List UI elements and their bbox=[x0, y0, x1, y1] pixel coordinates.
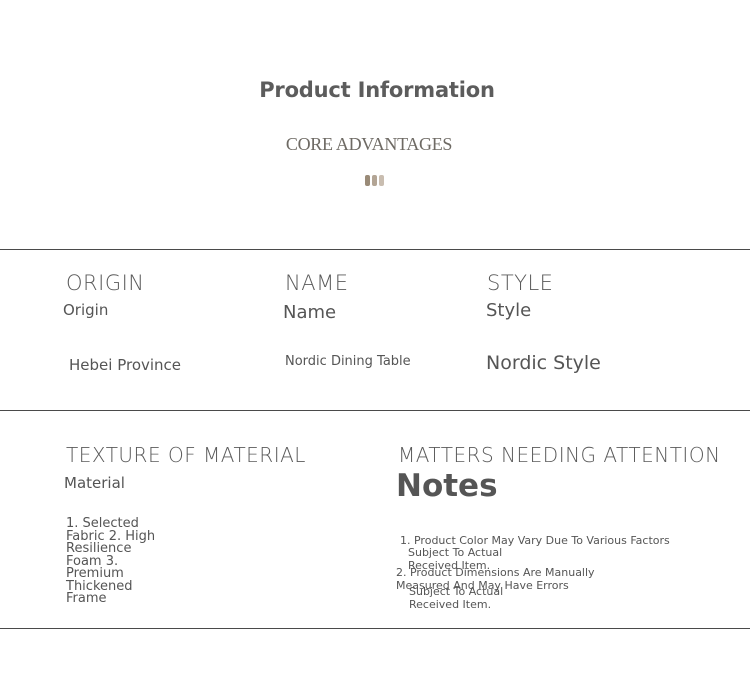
dot-3 bbox=[379, 175, 384, 186]
material-caption: TEXTURE OF MATERIAL bbox=[66, 443, 306, 467]
name-caption: NAME bbox=[285, 271, 349, 295]
origin-value: Hebei Province bbox=[69, 356, 182, 374]
style-label: Style bbox=[486, 300, 532, 321]
divider-bottom bbox=[0, 628, 750, 629]
name-value: Nordic Dining Table bbox=[285, 354, 411, 369]
note-line: Received Item. bbox=[409, 598, 492, 611]
divider-middle bbox=[0, 410, 750, 411]
note-line: Subject To Actual bbox=[408, 546, 503, 559]
decorative-dots bbox=[365, 175, 384, 186]
style-value: Nordic Style bbox=[486, 352, 601, 374]
material-label: Material bbox=[64, 474, 125, 492]
origin-label: Origin bbox=[63, 301, 109, 319]
origin-caption: ORIGIN bbox=[66, 271, 145, 295]
dot-2 bbox=[372, 175, 377, 186]
divider-top bbox=[0, 249, 750, 250]
notes-caption: MATTERS NEEDING ATTENTION bbox=[398, 443, 721, 467]
page-title: Product Information bbox=[259, 78, 495, 102]
material-description: 1. Selected Fabric 2. High Resilience Fo… bbox=[66, 517, 166, 606]
note-line: Subject To Actual bbox=[409, 585, 504, 598]
note-line: 2. Product Dimensions Are Manually bbox=[396, 566, 595, 579]
material-line: Frame bbox=[66, 591, 107, 606]
dot-1 bbox=[365, 175, 370, 186]
notes-title: Notes bbox=[396, 468, 498, 504]
page-subtitle: CORE ADVANTAGES bbox=[285, 134, 453, 154]
name-label: Name bbox=[283, 302, 337, 323]
style-caption: STYLE bbox=[487, 271, 554, 295]
